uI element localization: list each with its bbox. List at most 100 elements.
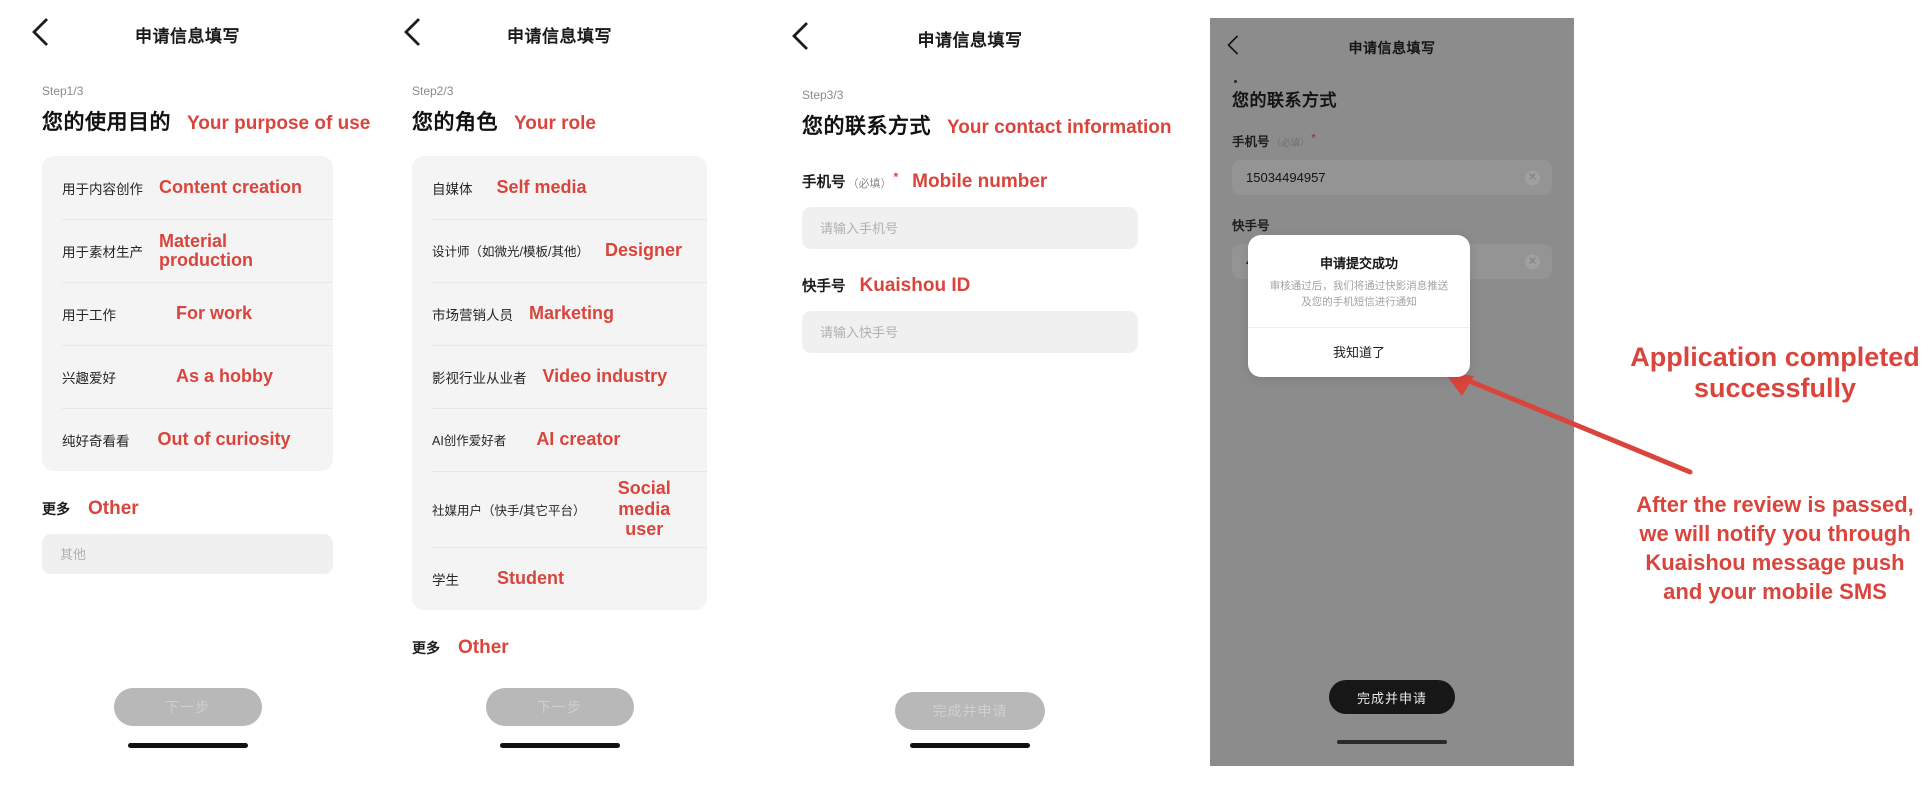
section-title: 您的使用目的 — [42, 111, 171, 134]
kuaishou-field-label: 快手号 — [1232, 219, 1270, 233]
next-button-wrap: 下一步 — [0, 688, 375, 726]
option-translation: AI creator — [536, 429, 621, 450]
option-label: 设计师（如微光/模板/其他） — [432, 245, 589, 259]
purpose-options-card: 用于内容创作 Content creation 用于素材生产 Material … — [42, 156, 333, 471]
option-label: 市场营销人员 — [432, 307, 513, 323]
option-label: 自媒体 — [432, 181, 473, 197]
home-indicator — [127, 743, 248, 748]
option-translation: As a hobby — [176, 366, 274, 387]
more-row: 更多 Other — [42, 498, 333, 520]
option-translation: Marketing — [529, 303, 615, 324]
page-title: 您的联系方式 — [1232, 91, 1337, 110]
clear-circle-icon[interactable]: ✕ — [1525, 170, 1540, 185]
phone-input[interactable]: 15034494957 ✕ — [1232, 160, 1552, 195]
submit-button[interactable]: 完成并申请 — [1329, 680, 1455, 714]
step-indicator: Step3/3 — [802, 88, 844, 102]
option-translation: Material production — [159, 230, 253, 270]
dialog-message: 审核通过后，我们将通过快影消息推送 及您的手机短信进行通知 — [1248, 272, 1470, 327]
section-title-translation: Your contact information — [947, 117, 1172, 138]
list-item[interactable]: 市场营销人员 Marketing — [412, 282, 707, 345]
more-label: 更多 — [42, 501, 70, 517]
section-heading-row: 您的角色 Your role — [412, 106, 707, 136]
list-item[interactable]: 自媒体 Self media — [412, 156, 707, 219]
option-translation: Social media user — [617, 477, 671, 540]
annotation-success: Application completed successfully — [1630, 342, 1920, 404]
option-label: 社媒用户（快手/其它平台） — [432, 503, 586, 518]
option-translation: Content creation — [159, 177, 303, 198]
option-label: 兴趣爱好 — [62, 370, 116, 386]
option-translation: Student — [497, 568, 564, 589]
role-options-card: 自媒体 Self media 设计师（如微光/模板/其他） Designer 市… — [412, 156, 707, 610]
home-indicator — [910, 743, 1030, 748]
phone-field-label: 手机号 （必填） * — [1232, 132, 1316, 149]
nav-title: 申请信息填写 — [507, 27, 612, 46]
cursor-dot-icon — [1234, 80, 1237, 83]
dialog-confirm-button[interactable]: 我知道了 — [1248, 328, 1470, 377]
screenshot-canvas: 申请信息填写 Step1/3 您的使用目的 Your purpose of us… — [0, 0, 1930, 812]
next-button-wrap: 下一步 — [372, 688, 747, 726]
list-item[interactable]: 兴趣爱好 As a hobby — [42, 345, 333, 408]
phone-screen-step2: 申请信息填写 Step2/3 您的角色 Your role 自媒体 Self m… — [372, 0, 747, 770]
navbar-confirmation: 申请信息填写 — [1210, 18, 1574, 78]
option-translation: Video industry — [542, 366, 668, 387]
list-item[interactable]: 学生 Student — [412, 547, 707, 610]
phone-screen-step3: 申请信息填写 Step3/3 您的联系方式 Your contact infor… — [760, 0, 1180, 770]
kuaishou-input[interactable]: 请输入快手号 — [802, 310, 1138, 353]
more-row: 更多 Other — [412, 637, 707, 659]
navbar-step3: 申请信息填写 — [760, 0, 1180, 64]
submit-button[interactable]: 完成并申请 — [895, 692, 1045, 730]
list-item[interactable]: AI创作爱好者 AI creator — [412, 408, 707, 471]
next-button[interactable]: 下一步 — [113, 688, 262, 726]
home-indicator — [499, 743, 620, 748]
phone-value: 15034494957 — [1246, 170, 1326, 185]
kuaishou-field-translation: Kuaishou ID — [859, 274, 971, 296]
section-heading-row: 您的联系方式 Your contact information — [802, 110, 1171, 140]
step-indicator: Step2/3 — [412, 84, 454, 98]
section-heading-row: 您的使用目的 Your purpose of use — [42, 106, 370, 136]
more-translation: Other — [458, 637, 509, 658]
dialog-title: 申请提交成功 — [1319, 256, 1398, 271]
phone-field-label: 手机号 （必填） * — [802, 170, 899, 191]
annotation-detail: After the review is passed, we will noti… — [1636, 492, 1914, 605]
list-item[interactable]: 用于素材生产 Material production — [42, 219, 333, 282]
section-title: 您的角色 — [412, 111, 498, 134]
list-item[interactable]: 纯好奇看看 Out of curiosity — [42, 408, 333, 471]
section-title: 您的联系方式 — [802, 115, 931, 138]
section-title-translation: Your purpose of use — [187, 113, 371, 134]
section-title-translation: Your role — [514, 113, 596, 134]
navbar-step2: 申请信息填写 — [372, 0, 747, 60]
success-dialog: 申请提交成功 审核通过后，我们将通过快影消息推送 及您的手机短信进行通知 我知道… — [1248, 235, 1470, 377]
nav-title: 申请信息填写 — [135, 27, 240, 46]
list-item[interactable]: 设计师（如微光/模板/其他） Designer — [412, 219, 707, 282]
phone-field-label-row: 手机号 （必填） * Mobile number — [802, 170, 1138, 193]
option-translation: Self media — [496, 177, 587, 198]
required-hint: （必填） — [1271, 138, 1310, 149]
dialog-message-line2: 及您的手机短信进行通知 — [1301, 296, 1417, 309]
other-purpose-input[interactable]: 其他 — [42, 533, 333, 574]
phone-field-translation: Mobile number — [912, 170, 1048, 192]
more-label: 更多 — [412, 640, 440, 656]
step-indicator: Step1/3 — [42, 84, 84, 98]
home-indicator — [1337, 740, 1447, 744]
navbar-step1: 申请信息填写 — [0, 0, 375, 60]
required-hint: （必填） — [847, 177, 892, 190]
option-label: 学生 — [432, 572, 459, 588]
phone-placeholder: 请输入手机号 — [820, 221, 899, 237]
required-star: * — [1311, 132, 1316, 144]
list-item[interactable]: 用于内容创作 Content creation — [42, 156, 333, 219]
option-label: 用于工作 — [62, 307, 116, 323]
option-translation: Out of curiosity — [157, 429, 291, 450]
submit-button-wrap: 完成并申请 — [760, 692, 1180, 730]
clear-circle-icon[interactable]: ✕ — [1525, 254, 1540, 269]
phone-input[interactable]: 请输入手机号 — [802, 206, 1138, 249]
more-translation: Other — [88, 498, 139, 519]
list-item[interactable]: 社媒用户（快手/其它平台） Social media user — [412, 471, 707, 547]
list-item[interactable]: 影视行业从业者 Video industry — [412, 345, 707, 408]
option-label: AI创作爱好者 — [432, 434, 507, 448]
option-label: 用于素材生产 — [62, 244, 143, 260]
list-item[interactable]: 用于工作 For work — [42, 282, 333, 345]
next-button[interactable]: 下一步 — [485, 688, 634, 726]
option-translation: For work — [176, 303, 253, 324]
other-purpose-placeholder: 其他 — [60, 547, 87, 563]
kuaishou-placeholder: 请输入快手号 — [820, 325, 899, 341]
